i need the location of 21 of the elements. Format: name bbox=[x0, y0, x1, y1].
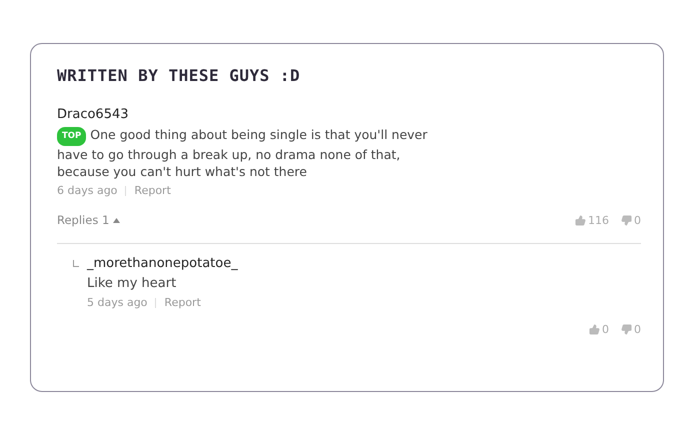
comment-time: 6 days ago bbox=[57, 184, 118, 197]
like-button[interactable]: 116 bbox=[575, 214, 609, 226]
report-link[interactable]: Report bbox=[134, 184, 171, 197]
thumbs-down-icon bbox=[621, 324, 632, 335]
replies-toggle[interactable]: Replies 1 bbox=[57, 213, 120, 227]
dislike-button[interactable]: 0 bbox=[621, 214, 641, 226]
reply-author: _morethanonepotatoe_ bbox=[87, 256, 239, 271]
thumbs-up-icon bbox=[589, 324, 600, 335]
report-link[interactable]: Report bbox=[164, 296, 201, 309]
thumbs-down-icon bbox=[621, 214, 632, 226]
comment-author: Draco6543 bbox=[57, 107, 130, 122]
section-title: WRITTEN BY THESE GUYS :D bbox=[57, 66, 302, 85]
like-button[interactable]: 0 bbox=[589, 323, 609, 336]
caret-icon bbox=[113, 218, 120, 222]
reply-icon bbox=[73, 260, 79, 267]
thumbs-up-icon bbox=[575, 214, 586, 226]
reply-text: Like my heart bbox=[87, 275, 178, 292]
comment-text: TOP One good thing about being single is that you'll never have to go through a break up, no drama none of that, because you can't hurt what's not there bbox=[57, 126, 428, 180]
top-badge: TOP bbox=[57, 127, 86, 146]
reply-time: 5 days ago bbox=[87, 296, 148, 309]
dislike-button[interactable]: 0 bbox=[621, 323, 641, 336]
